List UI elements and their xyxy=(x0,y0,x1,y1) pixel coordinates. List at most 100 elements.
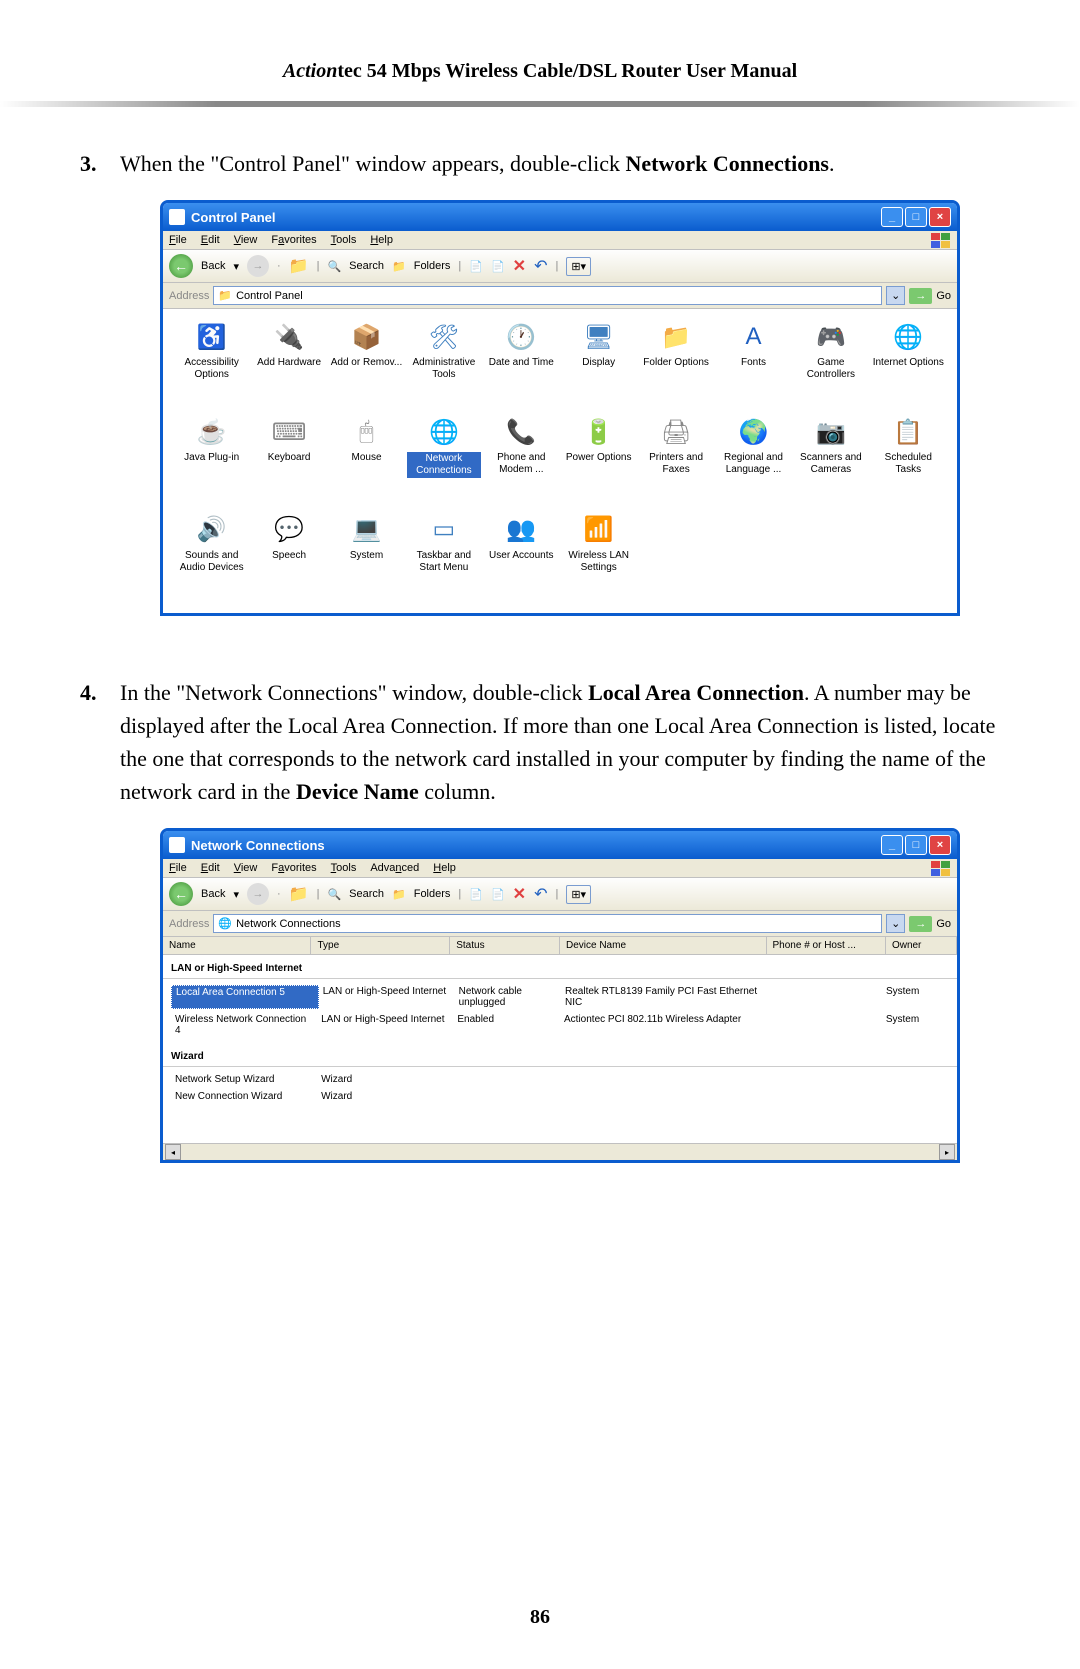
column-header[interactable]: Owner xyxy=(886,937,957,954)
undo-icon[interactable]: ↶ xyxy=(534,256,547,276)
titlebar[interactable]: Network Connections _ □ × xyxy=(163,831,957,859)
cp-icon-folder-options[interactable]: 📁Folder Options xyxy=(639,321,712,408)
delete-icon[interactable]: ✕ xyxy=(513,884,526,904)
go-button[interactable]: → xyxy=(909,916,932,932)
icon-label: Date and Time xyxy=(485,357,558,369)
menu-edit[interactable]: Edit xyxy=(201,862,220,874)
address-label: Address xyxy=(169,918,209,930)
column-header[interactable]: Type xyxy=(311,937,450,954)
column-header[interactable]: Name xyxy=(163,937,311,954)
toolbar: ← Back ▾ → · 📁 | 🔍 Search 📁 Folders | 📄 … xyxy=(163,250,957,283)
cp-icon-printers-and-faxes[interactable]: 🖨Printers and Faxes xyxy=(639,416,712,505)
search-button[interactable]: Search xyxy=(349,260,384,272)
forward-button[interactable]: → xyxy=(247,883,269,905)
connection-row[interactable]: Wireless Network Connection 4LAN or High… xyxy=(163,1011,957,1039)
copy-to-icon[interactable]: 📄 xyxy=(491,260,505,273)
close-button[interactable]: × xyxy=(929,835,951,855)
cp-icon-fonts[interactable]: AFonts xyxy=(717,321,790,408)
connection-row[interactable]: Local Area Connection 5LAN or High-Speed… xyxy=(163,983,957,1011)
cp-icon-wireless-lan-settings[interactable]: 📶Wireless LAN Settings xyxy=(562,514,635,601)
undo-icon[interactable]: ↶ xyxy=(534,884,547,904)
control-panel-window: Control Panel _ □ × File Edit View Favor… xyxy=(160,200,960,616)
step-4: 4. In the "Network Connections" window, … xyxy=(80,676,1000,808)
scroll-left-icon[interactable]: ◂ xyxy=(165,1144,181,1160)
cp-icon-scheduled-tasks[interactable]: 📋Scheduled Tasks xyxy=(872,416,945,505)
cp-icon-regional-and-language-[interactable]: 🌍Regional and Language ... xyxy=(717,416,790,505)
address-input[interactable]: 🌐 Network Connections xyxy=(213,914,882,933)
cp-icon-system[interactable]: 💻System xyxy=(330,514,403,601)
cell-status: Network cable unplugged xyxy=(455,985,561,1009)
cp-icon-network-connections[interactable]: 🌐Network Connections xyxy=(407,416,480,505)
back-button[interactable]: ← xyxy=(169,254,193,278)
cp-icon-keyboard[interactable]: ⌨Keyboard xyxy=(252,416,325,505)
menu-help[interactable]: Help xyxy=(370,234,393,246)
scroll-right-icon[interactable]: ▸ xyxy=(939,1144,955,1160)
up-button[interactable]: 📁 xyxy=(289,256,309,276)
cp-icon-add-or-remov-[interactable]: 📦Add or Remov... xyxy=(330,321,403,408)
go-button[interactable]: → xyxy=(909,288,932,304)
minimize-button[interactable]: _ xyxy=(881,207,903,227)
menu-edit[interactable]: Edit xyxy=(201,234,220,246)
menu-view[interactable]: View xyxy=(234,234,258,246)
menu-favorites[interactable]: Favorites xyxy=(271,862,316,874)
back-dropdown-icon[interactable]: ▾ xyxy=(233,888,239,901)
menu-view[interactable]: View xyxy=(234,862,258,874)
menu-advanced[interactable]: Advanced xyxy=(370,862,419,874)
cell-type: LAN or High-Speed Internet xyxy=(317,1013,453,1037)
back-dropdown-icon[interactable]: ▾ xyxy=(233,260,239,273)
cp-icon-power-options[interactable]: 🔋Power Options xyxy=(562,416,635,505)
move-to-icon[interactable]: 📄 xyxy=(469,260,483,273)
column-header[interactable]: Status xyxy=(450,937,560,954)
cp-icon-speech[interactable]: 💬Speech xyxy=(252,514,325,601)
icon-glyph: 🎮 xyxy=(815,321,847,353)
horizontal-scrollbar[interactable]: ◂ ▸ xyxy=(163,1143,957,1160)
maximize-button[interactable]: □ xyxy=(905,835,927,855)
forward-button[interactable]: → xyxy=(247,255,269,277)
menu-file[interactable]: File xyxy=(169,862,187,874)
up-button[interactable]: 📁 xyxy=(289,884,309,904)
search-button[interactable]: Search xyxy=(349,888,384,900)
titlebar[interactable]: Control Panel _ □ × xyxy=(163,203,957,231)
cell-type: Wizard xyxy=(317,1073,453,1086)
menu-file[interactable]: File xyxy=(169,234,187,246)
folders-button[interactable]: Folders xyxy=(414,260,451,272)
cp-icon-administrative-tools[interactable]: 🛠Administrative Tools xyxy=(407,321,480,408)
minimize-button[interactable]: _ xyxy=(881,835,903,855)
connection-row[interactable]: New Connection WizardWizard xyxy=(163,1088,957,1105)
views-button[interactable]: ⊞▾ xyxy=(566,885,591,904)
icon-glyph: ♿ xyxy=(196,321,228,353)
cp-icon-user-accounts[interactable]: 👥User Accounts xyxy=(485,514,558,601)
address-input[interactable]: 📁 Control Panel xyxy=(213,286,882,305)
network-connections-window: Network Connections _ □ × File Edit View… xyxy=(160,828,960,1163)
copy-to-icon[interactable]: 📄 xyxy=(491,888,505,901)
column-header[interactable]: Phone # or Host ... xyxy=(767,937,886,954)
column-header[interactable]: Device Name xyxy=(560,937,767,954)
icon-label: Wireless LAN Settings xyxy=(562,550,635,574)
menu-tools[interactable]: Tools xyxy=(331,862,357,874)
views-button[interactable]: ⊞▾ xyxy=(566,257,591,276)
cp-icon-add-hardware[interactable]: 🔌Add Hardware xyxy=(252,321,325,408)
cp-icon-display[interactable]: 🖥Display xyxy=(562,321,635,408)
cp-icon-date-and-time[interactable]: 🕐Date and Time xyxy=(485,321,558,408)
address-dropdown-icon[interactable]: ⌄ xyxy=(886,286,905,305)
menu-tools[interactable]: Tools xyxy=(331,234,357,246)
cp-icon-internet-options[interactable]: 🌐Internet Options xyxy=(872,321,945,408)
connection-row[interactable]: Network Setup WizardWizard xyxy=(163,1071,957,1088)
maximize-button[interactable]: □ xyxy=(905,207,927,227)
close-button[interactable]: × xyxy=(929,207,951,227)
move-to-icon[interactable]: 📄 xyxy=(469,888,483,901)
cp-icon-java-plug-in[interactable]: ☕Java Plug-in xyxy=(175,416,248,505)
cp-icon-mouse[interactable]: 🖱Mouse xyxy=(330,416,403,505)
menu-favorites[interactable]: Favorites xyxy=(271,234,316,246)
delete-icon[interactable]: ✕ xyxy=(513,256,526,276)
cp-icon-game-controllers[interactable]: 🎮Game Controllers xyxy=(794,321,867,408)
folders-button[interactable]: Folders xyxy=(414,888,451,900)
address-dropdown-icon[interactable]: ⌄ xyxy=(886,914,905,933)
cp-icon-scanners-and-cameras[interactable]: 📷Scanners and Cameras xyxy=(794,416,867,505)
cp-icon-taskbar-and-start-menu[interactable]: ▭Taskbar and Start Menu xyxy=(407,514,480,601)
cp-icon-sounds-and-audio-devices[interactable]: 🔊Sounds and Audio Devices xyxy=(175,514,248,601)
menu-help[interactable]: Help xyxy=(433,862,456,874)
cp-icon-phone-and-modem-[interactable]: 📞Phone and Modem ... xyxy=(485,416,558,505)
back-button[interactable]: ← xyxy=(169,882,193,906)
cp-icon-accessibility-options[interactable]: ♿Accessibility Options xyxy=(175,321,248,408)
